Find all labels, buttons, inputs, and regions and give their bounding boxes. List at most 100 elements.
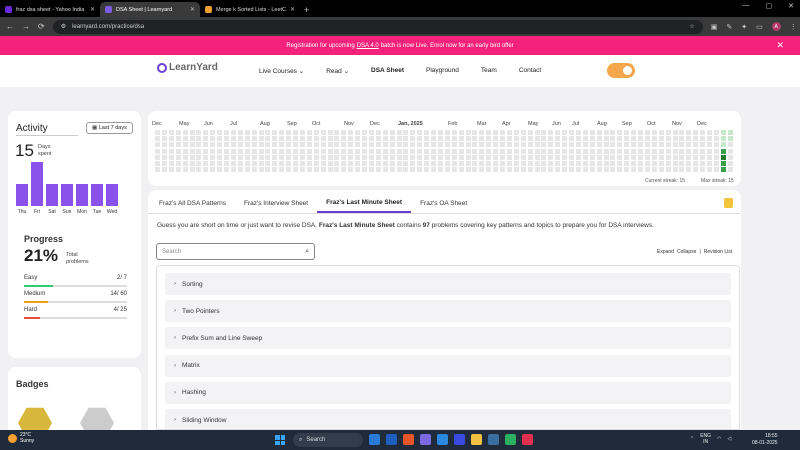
forward-icon[interactable]: → xyxy=(22,22,30,31)
tab-close-icon[interactable]: ✕ xyxy=(190,6,195,13)
banner-close-icon[interactable]: ✕ xyxy=(776,40,784,51)
activity-bar-chart xyxy=(16,156,128,206)
app-icon[interactable] xyxy=(420,434,431,445)
heatmap-cell xyxy=(437,167,443,173)
extensions-puzzle-icon[interactable]: ✦ xyxy=(741,23,747,31)
heatmap-cell xyxy=(410,161,416,166)
heatmap-cell xyxy=(444,148,450,154)
windows-start-icon[interactable] xyxy=(275,435,285,445)
list-action-link[interactable]: Revision List xyxy=(704,249,732,255)
activity-range-label: Last 7 days xyxy=(98,125,127,131)
tab-close-icon[interactable]: ✕ xyxy=(90,6,95,13)
weather-widget[interactable]: 23°C Sunny xyxy=(8,432,34,444)
sidepanel-icon[interactable]: ▭ xyxy=(756,23,763,31)
topics-list: › Sorting › Two Pointers › Prefix Sum and Lin… xyxy=(156,265,740,430)
taskbar-search[interactable]: ⌕ Search xyxy=(293,433,363,447)
maximize-icon[interactable]: ▢ xyxy=(766,2,773,10)
heatmap-cell xyxy=(596,154,602,160)
menu-item[interactable]: Contact xyxy=(519,67,541,75)
site-info-icon[interactable]: ⚙ xyxy=(61,23,66,30)
heatmap-cell xyxy=(224,148,229,154)
heatmap-cell xyxy=(203,167,209,173)
logo[interactable]: LearnYard xyxy=(157,62,218,73)
heatmap-cell xyxy=(293,154,298,160)
profile-avatar[interactable]: A xyxy=(771,22,781,31)
minimize-icon[interactable]: — xyxy=(743,2,750,10)
sheet-tab[interactable]: Fraz's All DSA Patterns xyxy=(150,193,235,213)
heatmap-cell xyxy=(548,167,554,173)
new-tab-icon[interactable]: + xyxy=(304,2,309,17)
topic-row[interactable]: › Sorting xyxy=(165,273,731,295)
heatmap-cell xyxy=(424,161,430,166)
trophy-icon[interactable] xyxy=(724,198,733,208)
close-window-icon[interactable]: ✕ xyxy=(788,2,794,10)
topic-row[interactable]: › Hashing xyxy=(165,381,731,404)
folder-icon[interactable] xyxy=(471,434,482,445)
activity-range-dropdown[interactable]: ▦ Last 7 days xyxy=(86,122,133,134)
app-icon[interactable] xyxy=(403,434,414,445)
heatmap-cell xyxy=(175,148,181,154)
browser-tab[interactable]: Merge k Sorted Lists - LeetCod ✕ xyxy=(200,2,300,17)
reload-icon[interactable]: ⟳ xyxy=(38,22,45,31)
extension-icon[interactable]: ▣ xyxy=(711,23,718,31)
tab-close-icon[interactable]: ✕ xyxy=(290,6,295,13)
topic-row[interactable]: › Prefix Sum and Line Sweep xyxy=(165,327,731,350)
heatmap-cell xyxy=(465,142,471,148)
heatmap-cell xyxy=(513,148,519,154)
app-icon[interactable] xyxy=(369,434,380,445)
heatmap-month-label: Oct xyxy=(312,121,321,127)
topic-row[interactable]: › Two Pointers xyxy=(165,300,731,323)
heatmap-cell xyxy=(520,136,526,142)
language-indicator[interactable]: ENG IN xyxy=(700,433,711,445)
heatmap-cell xyxy=(403,161,409,166)
topic-row[interactable]: › Sliding Window xyxy=(165,409,731,429)
app-icon[interactable] xyxy=(488,434,499,445)
menu-item[interactable]: Live Courses ⌄ xyxy=(259,67,304,75)
topic-label: Sorting xyxy=(182,280,203,288)
list-action-link[interactable]: Collapse xyxy=(677,249,696,255)
speaker-icon[interactable]: ◁ xyxy=(727,436,731,442)
app-icon[interactable] xyxy=(454,434,465,445)
browser-tab[interactable]: fraz dsa sheet - Yahoo India Se ✕ xyxy=(0,2,100,17)
app-icon[interactable] xyxy=(437,434,448,445)
heatmap-cell xyxy=(210,161,216,166)
menu-item[interactable]: Playground xyxy=(426,67,459,75)
heatmap-cell xyxy=(472,161,478,166)
chevron-up-icon[interactable]: ⌃ xyxy=(690,436,694,442)
menu-item[interactable]: Read ⌄ xyxy=(326,67,349,75)
search-input[interactable]: Search ⌕ xyxy=(156,243,315,260)
heatmap-cell xyxy=(534,136,540,142)
bookmark-star-icon[interactable]: ☆ xyxy=(689,23,694,30)
banner-link[interactable]: DSA 4.0 xyxy=(357,43,379,49)
heatmap-cell xyxy=(362,142,367,148)
heatmap-cell xyxy=(651,136,657,142)
theme-toggle[interactable] xyxy=(607,63,635,78)
chrome-icon[interactable] xyxy=(505,434,516,445)
edit-icon[interactable]: ✎ xyxy=(726,23,732,31)
browser-tab[interactable]: DSA Sheet | Learnyard ✕ xyxy=(100,2,200,17)
sheet-tab[interactable]: Fraz's OA Sheet xyxy=(411,193,476,213)
menu-item[interactable]: DSA Sheet xyxy=(371,67,404,75)
sheet-tab[interactable]: Fraz's Last Minute Sheet xyxy=(317,193,412,213)
heatmap-cell xyxy=(230,130,236,135)
heatmap-cell xyxy=(251,142,257,148)
url-field[interactable]: ⚙ learnyard.com/practice/dsa ☆ xyxy=(52,19,703,34)
clock[interactable]: 18:55 08-01-2025 xyxy=(752,433,778,447)
heatmap-cell xyxy=(665,148,671,154)
back-icon[interactable]: ← xyxy=(6,22,14,31)
list-action-link[interactable]: Expand xyxy=(657,249,674,255)
wifi-icon[interactable]: ◠ xyxy=(717,436,721,442)
heatmap-cell xyxy=(182,136,188,142)
menu-item[interactable]: Team xyxy=(481,67,497,75)
more-menu-icon[interactable]: ⋮ xyxy=(790,23,797,31)
topic-label: Prefix Sum and Line Sweep xyxy=(182,334,263,342)
topic-row[interactable]: › Matrix xyxy=(165,354,731,377)
heatmap-cell xyxy=(368,154,374,160)
app-icon[interactable] xyxy=(386,434,397,445)
app-icon[interactable] xyxy=(522,434,533,445)
heatmap-cell xyxy=(182,142,188,148)
heatmap-cell xyxy=(638,161,643,166)
heatmap-cell xyxy=(258,130,264,135)
heatmap-cell xyxy=(210,130,216,135)
sheet-tab[interactable]: Fraz's Interview Sheet xyxy=(235,193,317,213)
